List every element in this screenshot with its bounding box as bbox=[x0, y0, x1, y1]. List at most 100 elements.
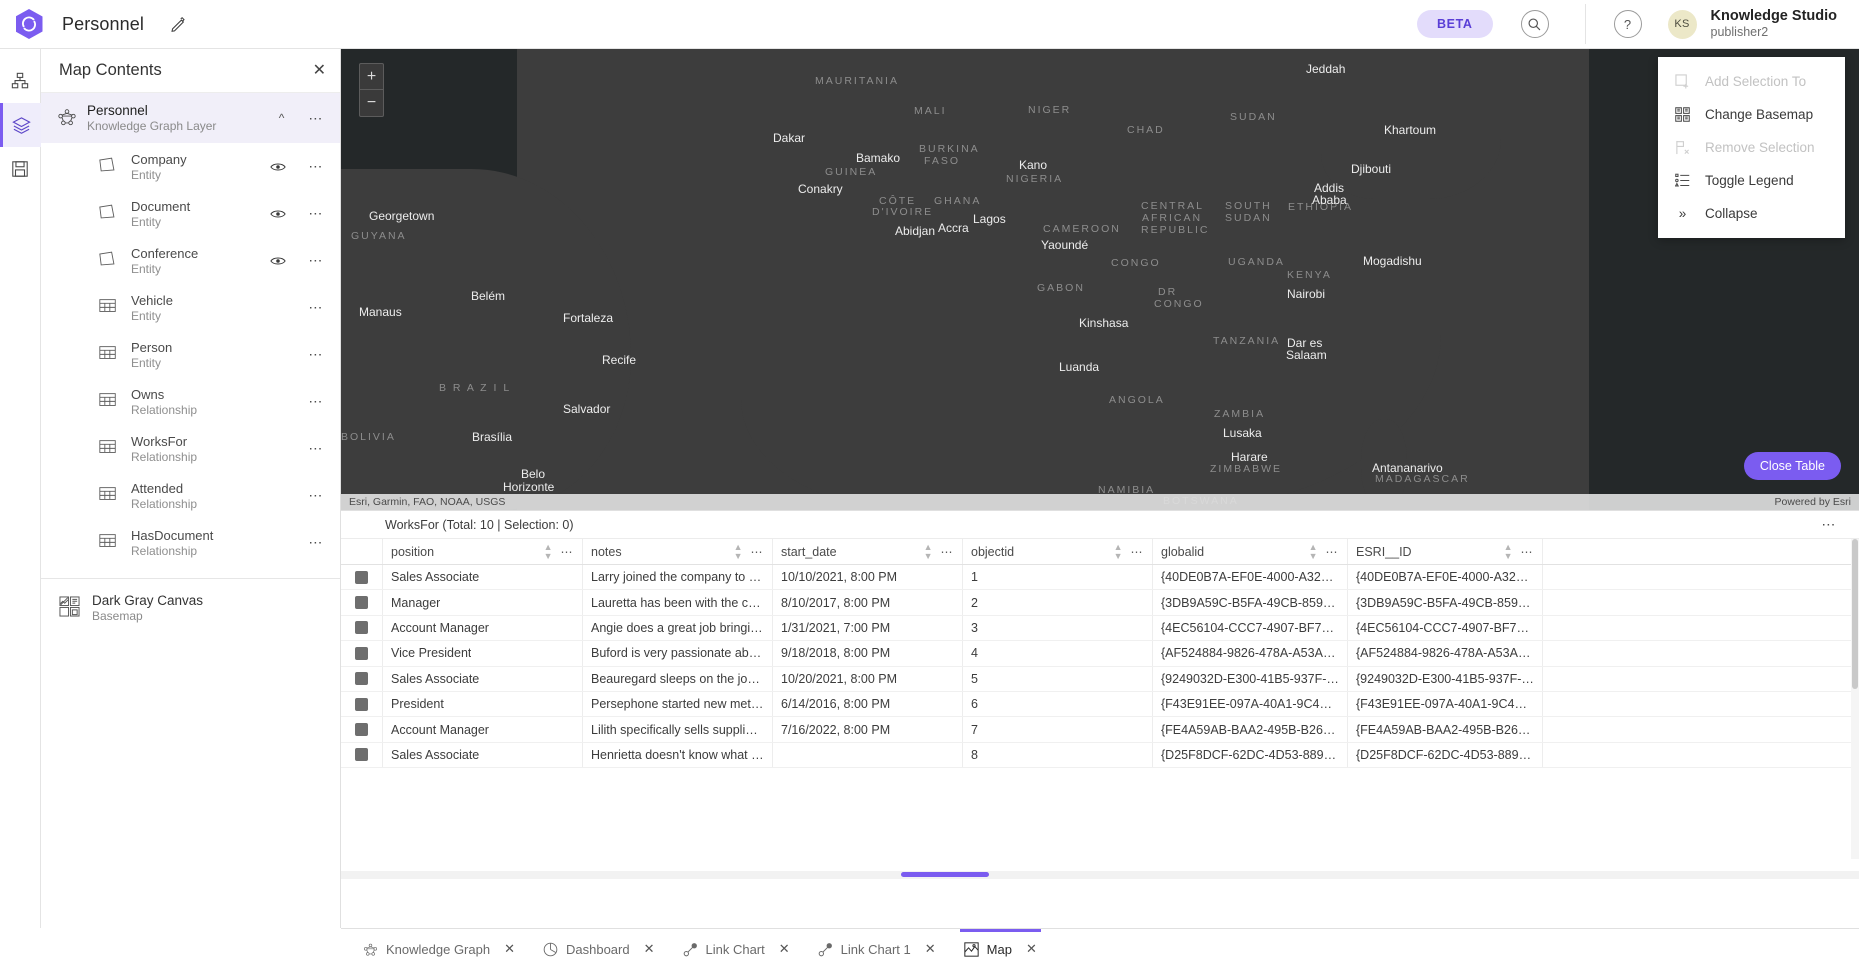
column-header-notes[interactable]: notes ▲▼⋯ bbox=[583, 539, 773, 564]
tab-knowledge-graph[interactable]: Knowledge Graph ✕ bbox=[349, 929, 529, 969]
cell-position[interactable]: Account Manager bbox=[383, 616, 583, 640]
cell-start_date[interactable]: 9/18/2018, 8:00 PM bbox=[773, 641, 963, 665]
cell-notes[interactable]: Lauretta has been with the comp… bbox=[583, 590, 773, 614]
table-row[interactable]: Vice PresidentBuford is very passionate … bbox=[341, 641, 1859, 666]
map-view[interactable]: + − MAURITANIAMALINIGERCHADSUDANBURKINAF… bbox=[341, 49, 1859, 510]
cell-esri_id[interactable]: {40DE0B7A-EF0E-4000-A325-651… bbox=[1348, 565, 1543, 589]
zoom-in-button[interactable]: + bbox=[360, 64, 383, 90]
row-select-cell[interactable] bbox=[341, 692, 383, 716]
table-menu-icon[interactable]: ⋯ bbox=[1813, 516, 1845, 533]
cell-esri_id[interactable]: {4EC56104-CCC7-4907-BF7D-1B… bbox=[1348, 616, 1543, 640]
table-row[interactable]: Sales AssociateLarry joined the company … bbox=[341, 565, 1859, 590]
layer-item-menu-icon[interactable]: ⋯ bbox=[300, 252, 332, 269]
close-icon[interactable]: ✕ bbox=[779, 941, 790, 957]
cell-position[interactable]: Sales Associate bbox=[383, 667, 583, 691]
layer-personnel-menu-icon[interactable]: ⋯ bbox=[300, 110, 332, 127]
cell-esri_id[interactable]: {AF524884-9826-478A-A53A-E3E… bbox=[1348, 641, 1543, 665]
zoom-out-button[interactable]: − bbox=[360, 90, 383, 116]
cell-start_date[interactable]: 1/31/2021, 7:00 PM bbox=[773, 616, 963, 640]
layer-item[interactable]: Person Entity ⋯ bbox=[41, 331, 340, 378]
cell-position[interactable]: Sales Associate bbox=[383, 565, 583, 589]
pencil-icon[interactable] bbox=[170, 16, 187, 33]
layer-item[interactable]: WorksFor Relationship ⋯ bbox=[41, 425, 340, 472]
cell-esri_id[interactable]: {9249032D-E300-41B5-937F-C2B… bbox=[1348, 667, 1543, 691]
cell-notes[interactable]: Larry joined the company to impr… bbox=[583, 565, 773, 589]
row-select-cell[interactable] bbox=[341, 590, 383, 614]
eye-icon[interactable] bbox=[268, 255, 288, 267]
column-menu-icon[interactable]: ⋯ bbox=[751, 545, 765, 559]
cell-esri_id[interactable]: {D25F8DCF-62DC-4D53-889F-51… bbox=[1348, 743, 1543, 767]
layer-item[interactable]: Attended Relationship ⋯ bbox=[41, 472, 340, 519]
rail-item-graph[interactable] bbox=[0, 59, 41, 103]
row-checkbox[interactable] bbox=[355, 647, 368, 660]
cell-esri_id[interactable]: {F43E91EE-097A-40A1-9C4E-9FB… bbox=[1348, 692, 1543, 716]
row-checkbox[interactable] bbox=[355, 748, 368, 761]
cell-position[interactable]: Manager bbox=[383, 590, 583, 614]
layer-item-menu-icon[interactable]: ⋯ bbox=[300, 158, 332, 175]
cell-objectid[interactable]: 6 bbox=[963, 692, 1153, 716]
column-header-esri-id[interactable]: ESRI__ID ▲▼⋯ bbox=[1348, 539, 1543, 564]
cell-globalid[interactable]: {FE4A59AB-BAA2-495B-B261-FB… bbox=[1153, 717, 1348, 741]
cell-position[interactable]: Account Manager bbox=[383, 717, 583, 741]
select-all-cell[interactable] bbox=[341, 539, 383, 564]
layer-item-menu-icon[interactable]: ⋯ bbox=[300, 346, 332, 363]
cell-position[interactable]: President bbox=[383, 692, 583, 716]
cell-globalid[interactable]: {AF524884-9826-478A-A53A-E3… bbox=[1153, 641, 1348, 665]
cell-notes[interactable]: Beauregard sleeps on the job a lo… bbox=[583, 667, 773, 691]
cell-notes[interactable]: Lilith specifically sells supplies to … bbox=[583, 717, 773, 741]
sort-icon[interactable]: ▲▼ bbox=[1504, 543, 1513, 561]
cell-start_date[interactable] bbox=[773, 743, 963, 767]
layer-item-menu-icon[interactable]: ⋯ bbox=[300, 534, 332, 551]
sort-icon[interactable]: ▲▼ bbox=[544, 543, 553, 561]
cell-globalid[interactable]: {F43E91EE-097A-40A1-9C4E-9FB… bbox=[1153, 692, 1348, 716]
close-table-button[interactable]: Close Table bbox=[1744, 452, 1841, 480]
search-icon[interactable] bbox=[1521, 10, 1549, 38]
column-menu-icon[interactable]: ⋯ bbox=[561, 545, 575, 559]
menu-item-collapse[interactable]: » Collapse bbox=[1658, 197, 1845, 230]
cell-start_date[interactable]: 10/10/2021, 8:00 PM bbox=[773, 565, 963, 589]
table-row[interactable]: ManagerLauretta has been with the comp…8… bbox=[341, 590, 1859, 615]
user-info[interactable]: Knowledge Studio publisher2 bbox=[1711, 7, 1837, 41]
cell-esri_id[interactable]: {3DB9A59C-B5FA-49CB-8597-50… bbox=[1348, 590, 1543, 614]
close-icon[interactable]: ✕ bbox=[313, 63, 326, 79]
cell-notes[interactable]: Persephone started new metal o… bbox=[583, 692, 773, 716]
rail-item-layers[interactable] bbox=[0, 103, 41, 147]
eye-icon[interactable] bbox=[268, 208, 288, 220]
column-menu-icon[interactable]: ⋯ bbox=[1131, 545, 1145, 559]
layer-item[interactable]: Owns Relationship ⋯ bbox=[41, 378, 340, 425]
cell-position[interactable]: Vice President bbox=[383, 641, 583, 665]
cell-notes[interactable]: Buford is very passionate about s… bbox=[583, 641, 773, 665]
layer-item-menu-icon[interactable]: ⋯ bbox=[300, 205, 332, 222]
chevron-up-icon[interactable]: ^ bbox=[273, 111, 291, 125]
cell-notes[interactable]: Henrietta doesn't know what she'… bbox=[583, 743, 773, 767]
table-vertical-scrollbar[interactable] bbox=[1851, 539, 1859, 859]
menu-item-toggle-legend[interactable]: Toggle Legend bbox=[1658, 164, 1845, 197]
menu-item-add-selection-to[interactable]: Add Selection To bbox=[1658, 65, 1845, 98]
sort-icon[interactable]: ▲▼ bbox=[1309, 543, 1318, 561]
layer-personnel[interactable]: Personnel Knowledge Graph Layer ^ ⋯ bbox=[41, 93, 340, 143]
table-row[interactable]: Sales AssociateHenrietta doesn't know wh… bbox=[341, 743, 1859, 768]
sort-icon[interactable]: ▲▼ bbox=[734, 543, 743, 561]
column-header-position[interactable]: position ▲▼⋯ bbox=[383, 539, 583, 564]
tab-link-chart-1[interactable]: Link Chart 1 ✕ bbox=[804, 929, 950, 969]
cell-objectid[interactable]: 5 bbox=[963, 667, 1153, 691]
close-icon[interactable]: ✕ bbox=[925, 941, 936, 957]
sort-icon[interactable]: ▲▼ bbox=[924, 543, 933, 561]
row-select-cell[interactable] bbox=[341, 717, 383, 741]
rail-item-save[interactable] bbox=[0, 147, 41, 191]
tab-map[interactable]: Map ✕ bbox=[950, 929, 1051, 969]
table-horizontal-scrollbar[interactable] bbox=[341, 871, 1859, 879]
cell-globalid[interactable]: {D25F8DCF-62DC-4D53-889F-51… bbox=[1153, 743, 1348, 767]
row-select-cell[interactable] bbox=[341, 565, 383, 589]
app-logo[interactable] bbox=[0, 9, 58, 39]
table-row[interactable]: PresidentPersephone started new metal o…… bbox=[341, 692, 1859, 717]
row-checkbox[interactable] bbox=[355, 621, 368, 634]
layer-item[interactable]: HasDocument Relationship ⋯ bbox=[41, 519, 340, 566]
column-menu-icon[interactable]: ⋯ bbox=[941, 545, 955, 559]
row-select-cell[interactable] bbox=[341, 616, 383, 640]
cell-globalid[interactable]: {40DE0B7A-EF0E-4000-A325-65… bbox=[1153, 565, 1348, 589]
layer-item[interactable]: Conference Entity ⋯ bbox=[41, 237, 340, 284]
menu-item-remove-selection[interactable]: Remove Selection bbox=[1658, 131, 1845, 164]
layer-item-menu-icon[interactable]: ⋯ bbox=[300, 393, 332, 410]
cell-start_date[interactable]: 10/20/2021, 8:00 PM bbox=[773, 667, 963, 691]
